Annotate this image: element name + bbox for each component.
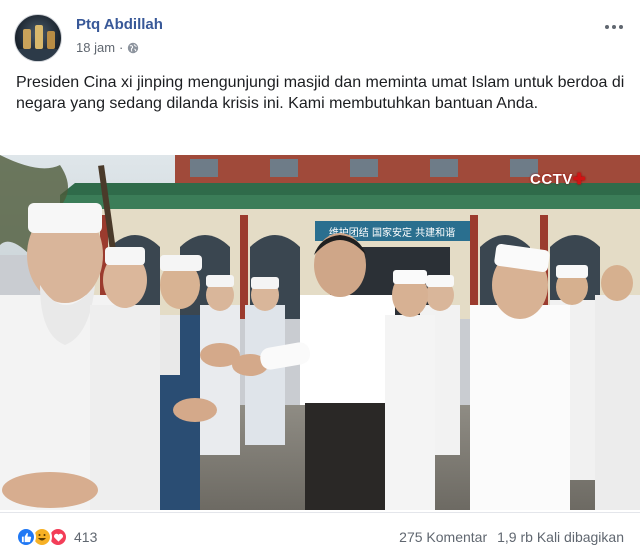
post-header: Ptq Abdillah 18 jam · (14, 12, 626, 64)
comments-count[interactable]: 275 Komentar (399, 529, 487, 545)
post-photo[interactable]: 维护团结 国家安定 共建和谐 (0, 155, 640, 510)
post-timestamp[interactable]: 18 jam (76, 40, 115, 55)
facebook-post: Ptq Abdillah 18 jam · Presiden Cina xi j… (0, 0, 640, 560)
reactions-summary[interactable]: 413 (16, 527, 97, 547)
like-icon (16, 527, 36, 547)
meta-separator: · (119, 40, 124, 55)
reaction-count: 413 (74, 529, 98, 545)
cctv-watermark: CCTV✚ (530, 171, 586, 188)
post-text: Presiden Cina xi jinping mengunjungi mas… (16, 74, 625, 112)
shares-count[interactable]: 1,9 rb Kali dibagikan (497, 529, 624, 545)
engagement-stats: 275 Komentar 1,9 rb Kali dibagikan (399, 529, 624, 545)
post-footer: 413 275 Komentar 1,9 rb Kali dibagikan (0, 512, 640, 560)
globe-icon[interactable] (127, 42, 139, 54)
author-avatar[interactable] (14, 14, 62, 62)
more-options-icon[interactable] (602, 20, 626, 34)
author-name[interactable]: Ptq Abdillah (76, 16, 163, 33)
post-meta: 18 jam · (76, 40, 139, 55)
